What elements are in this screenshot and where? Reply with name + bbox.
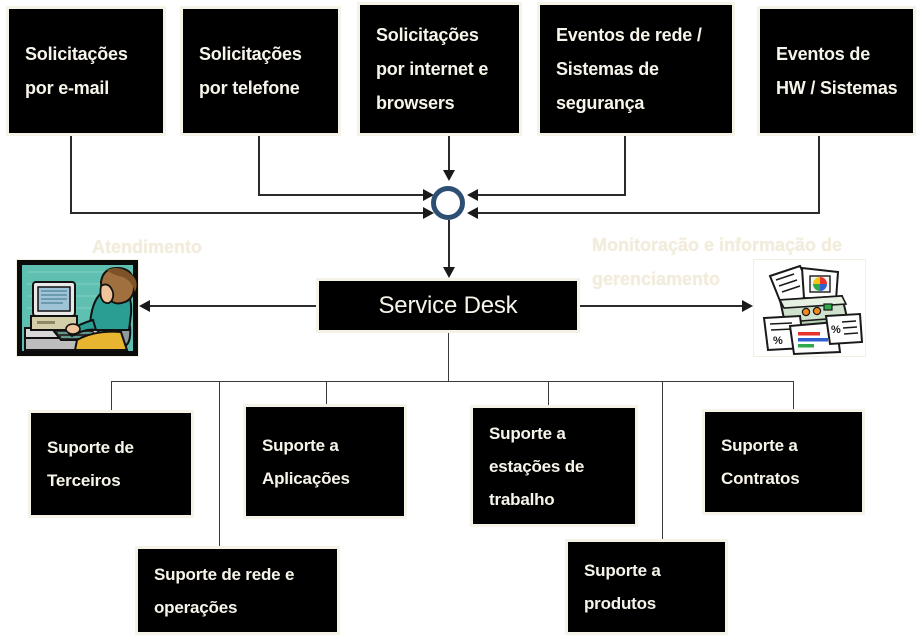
input-box-internet-line-3: browsers	[376, 93, 455, 113]
caption-monitoracao-line-2: gerenciamento	[592, 269, 721, 289]
junction-node-circle[interactable]	[431, 186, 465, 220]
output-box-contratos-line-1: Suporte a	[721, 436, 798, 455]
connector-rede-horizontal	[478, 194, 626, 196]
output-box-aplicacoes-line-2: Aplicações	[262, 468, 350, 488]
connector-email-horizontal	[70, 212, 428, 214]
connector-internet-vertical	[448, 136, 450, 174]
output-box-estacoes-trabalho[interactable]: Suporte a estações de trabalho	[470, 405, 638, 527]
bus-drop-produtos	[662, 381, 663, 540]
clipart-monitoracao-printer-reports: % %	[753, 259, 866, 357]
input-box-internet[interactable]: Solicitações por internet e browsers	[357, 2, 522, 136]
input-box-email-line-1: Solicitações	[25, 44, 128, 64]
input-box-email-line-2: por e-mail	[25, 78, 110, 98]
connector-rede-vertical	[624, 136, 626, 196]
caption-monitoracao-line-1: Monitoração e informação de	[592, 235, 843, 255]
input-box-rede-line-3: segurança	[556, 93, 645, 113]
connector-servicedesk-to-monitoracao	[580, 305, 746, 307]
output-box-aplicacoes-line-1: Suporte a	[262, 435, 339, 455]
svg-text:%: %	[773, 335, 783, 347]
input-box-telefone-line-1: Solicitações	[199, 44, 302, 64]
arrowhead-servicedesk-in	[443, 267, 455, 278]
person-at-computer-icon	[17, 260, 138, 356]
input-box-internet-line-1: Solicitações	[376, 25, 479, 45]
bus-drop-estacoes	[548, 381, 549, 408]
input-box-internet-line-2: por internet e	[376, 59, 489, 79]
input-box-rede-seguranca[interactable]: Eventos de rede / Sistemas de segurança	[537, 2, 735, 136]
output-box-rede-operacoes-line-2: operações	[154, 597, 238, 617]
arrowhead-hw	[467, 207, 478, 219]
arrowhead-monitoracao	[742, 300, 753, 312]
output-box-estacoes-line-3: trabalho	[489, 489, 555, 509]
output-box-terceiros[interactable]: Suporte de Terceiros	[28, 410, 194, 518]
arrowhead-rede	[467, 189, 478, 201]
output-box-contratos[interactable]: Suporte a Contratos	[702, 409, 865, 515]
output-box-rede-operacoes[interactable]: Suporte de rede e operações	[135, 546, 340, 635]
connector-servicedesk-to-atendimento	[148, 305, 318, 307]
output-box-terceiros-line-2: Terceiros	[47, 471, 121, 490]
connector-hw-vertical	[818, 136, 820, 214]
connector-telefone-horizontal	[258, 194, 428, 196]
connector-telefone-vertical	[258, 136, 260, 196]
bus-drop-terceiros	[111, 381, 112, 411]
connector-hub-to-servicedesk	[448, 220, 450, 272]
input-box-telefone[interactable]: Solicitações por telefone	[180, 6, 341, 136]
input-box-hw-sistemas[interactable]: Eventos de HW / Sistemas	[757, 6, 916, 136]
output-box-produtos[interactable]: Suporte a produtos	[565, 539, 728, 635]
input-box-rede-line-2: Sistemas de	[556, 59, 659, 79]
output-box-produtos-line-2: produtos	[584, 594, 657, 613]
arrowhead-atendimento	[139, 300, 150, 312]
printer-reports-icon: % %	[754, 260, 865, 356]
input-box-hw-line-1: Eventos de	[776, 44, 871, 64]
output-bus-horizontal	[111, 381, 794, 382]
bus-drop-contratos	[793, 381, 794, 411]
svg-text:%: %	[831, 324, 841, 336]
output-box-estacoes-line-2: estações de	[489, 456, 585, 476]
input-box-hw-line-2: HW / Sistemas	[776, 78, 898, 98]
connector-servicedesk-down	[448, 333, 449, 382]
connector-hw-horizontal	[478, 212, 820, 214]
connector-email-vertical	[70, 136, 72, 214]
output-box-aplicacoes[interactable]: Suporte a Aplicações	[243, 404, 407, 519]
output-box-contratos-line-2: Contratos	[721, 469, 800, 488]
input-box-telefone-line-2: por telefone	[199, 78, 300, 98]
diagram-canvas: Solicitações por e-mail Solicitações por…	[0, 0, 922, 641]
output-box-produtos-line-1: Suporte a	[584, 561, 661, 580]
service-desk-box[interactable]: Service Desk	[316, 278, 580, 333]
input-box-rede-line-1: Eventos de rede /	[556, 25, 702, 45]
service-desk-label: Service Desk	[378, 291, 518, 319]
caption-atendimento: Atendimento	[92, 237, 202, 257]
bus-drop-rede-operacoes	[219, 381, 220, 547]
input-box-email[interactable]: Solicitações por e-mail	[6, 6, 166, 136]
output-box-estacoes-line-1: Suporte a	[489, 423, 566, 443]
clipart-atendimento-person-computer	[16, 259, 139, 357]
output-box-rede-operacoes-line-1: Suporte de rede e	[154, 564, 295, 584]
arrowhead-internet	[443, 170, 455, 181]
output-box-terceiros-line-1: Suporte de	[47, 438, 134, 457]
